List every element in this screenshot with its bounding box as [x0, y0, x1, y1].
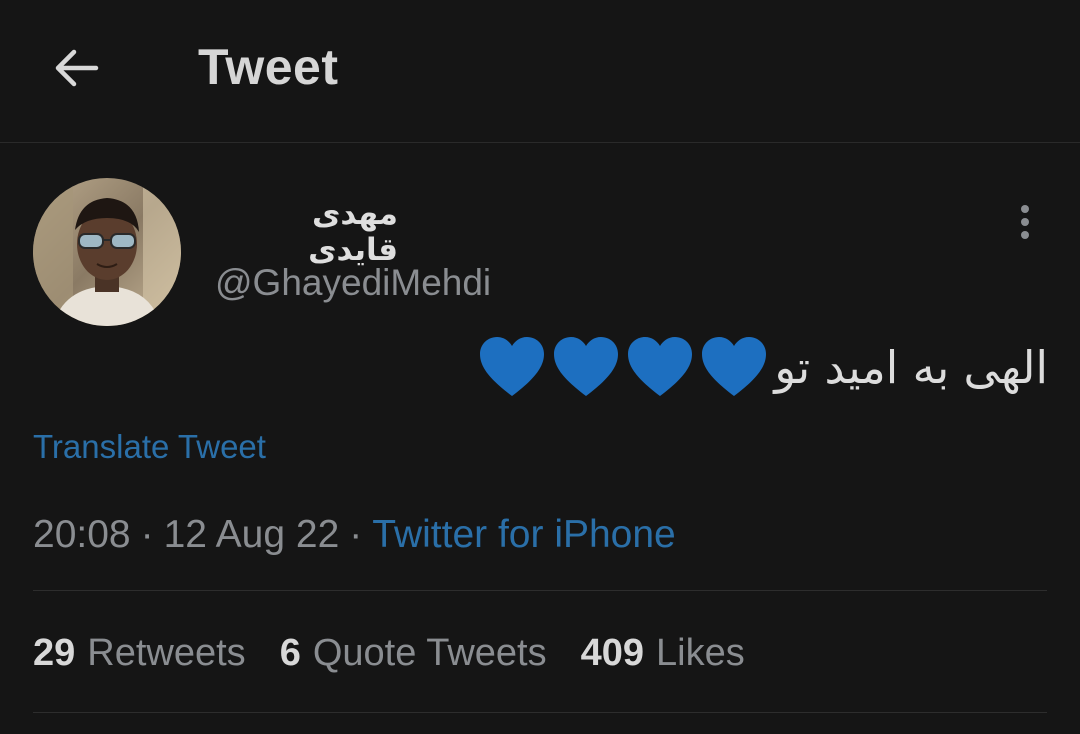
top-bar: Tweet [0, 0, 1080, 143]
blue-hearts [478, 336, 768, 398]
blue-heart-icon [554, 337, 619, 396]
meta-separator: · [349, 513, 363, 556]
retweets-count: 29 [33, 632, 76, 674]
author-handle[interactable]: @GhayediMehdi [215, 262, 491, 304]
tweet-time[interactable]: 20:08 [33, 513, 131, 556]
blue-heart-icon [702, 337, 767, 396]
tweet-text: الهی به امید تو [774, 340, 1048, 394]
page-title: Tweet [198, 39, 339, 95]
divider [33, 712, 1047, 713]
tweet-date[interactable]: 12 Aug 22 [164, 513, 340, 556]
more-vertical-icon [1021, 205, 1029, 239]
quote-tweets-stat[interactable]: 6 Quote Tweets [280, 632, 547, 675]
tweet-source-link[interactable]: Twitter for iPhone [372, 513, 675, 556]
retweets-label: Retweets [87, 632, 246, 674]
tweet-stats: 29 Retweets 6 Quote Tweets 409 Likes [33, 632, 745, 675]
avatar[interactable] [33, 178, 181, 326]
more-options-button[interactable] [1005, 198, 1045, 246]
likes-label: Likes [656, 632, 745, 674]
tweet-meta: 20:08 · 12 Aug 22 · Twitter for iPhone [33, 513, 676, 557]
divider [33, 590, 1047, 591]
arrow-left-icon [55, 49, 99, 87]
translate-tweet-link[interactable]: Translate Tweet [33, 428, 266, 466]
quote-tweets-count: 6 [279, 632, 301, 674]
tweet-text-row: الهی به امید تو [408, 328, 1048, 406]
blue-heart-icon [480, 337, 545, 396]
author-name[interactable]: مهدی قایدی [214, 196, 398, 268]
blue-heart-icon [628, 337, 693, 396]
meta-separator: · [140, 513, 154, 556]
back-button[interactable] [40, 36, 112, 100]
likes-count: 409 [580, 632, 645, 674]
likes-stat[interactable]: 409 Likes [581, 632, 745, 675]
retweets-stat[interactable]: 29 Retweets [33, 632, 246, 675]
quote-tweets-label: Quote Tweets [312, 632, 547, 674]
